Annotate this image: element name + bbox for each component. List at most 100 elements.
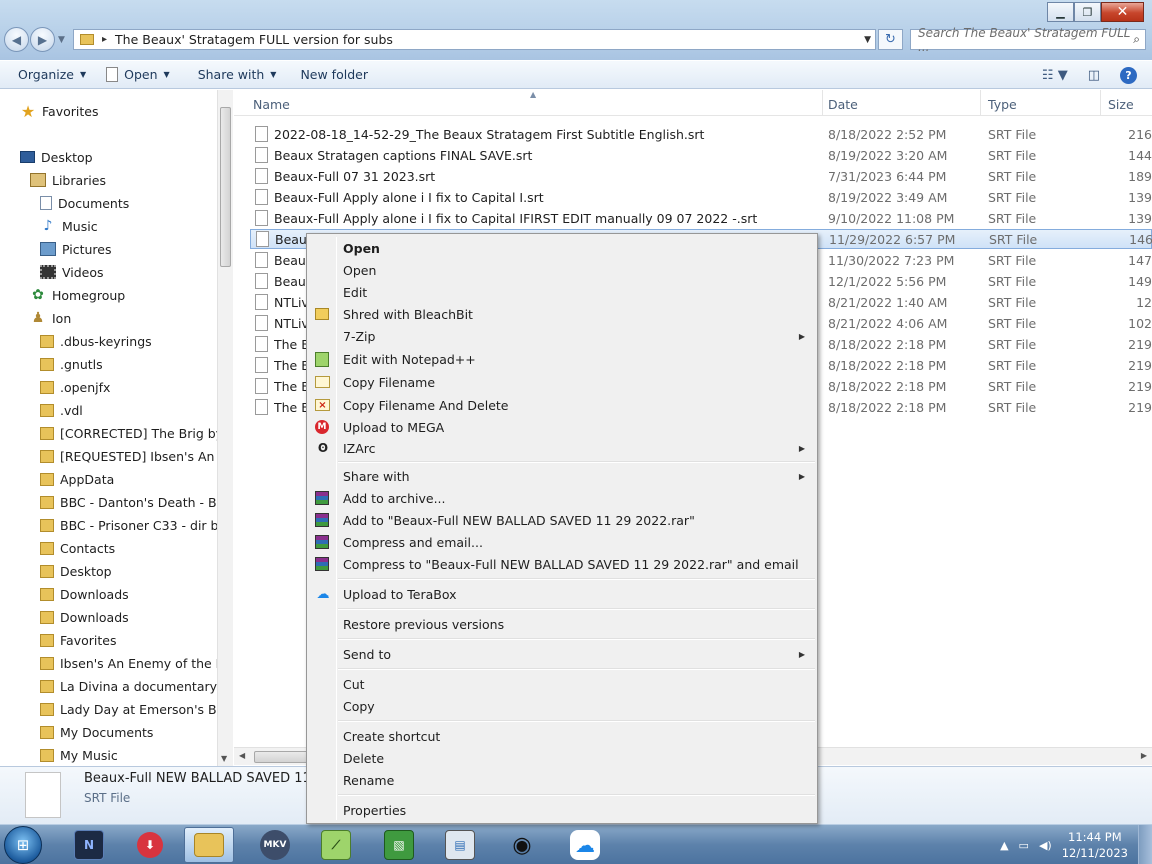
menu-item-copy[interactable]: Copy <box>309 695 815 717</box>
address-bar[interactable]: ▸ The Beaux' Stratagem FULL version for … <box>73 29 876 50</box>
forward-button[interactable]: ▶ <box>30 27 55 52</box>
nav-documents[interactable]: Documents <box>40 193 129 213</box>
nav-folder-item[interactable]: Downloads <box>40 607 129 627</box>
address-dropdown-icon[interactable]: ▼ <box>864 35 871 45</box>
organize-button[interactable]: Organize ▼ <box>18 67 86 82</box>
start-button[interactable]: ⊞ <box>4 826 42 864</box>
nav-folder-item[interactable]: .openjfx <box>40 377 110 397</box>
menu-item-compress-email[interactable]: Compress and email... <box>309 531 815 553</box>
menu-item-add-rar[interactable]: Add to "Beaux-Full NEW BALLAD SAVED 11 2… <box>309 509 815 531</box>
taskbar-app-subtitle[interactable]: ▧ <box>374 827 424 863</box>
network-icon[interactable]: ▭ <box>1019 839 1029 852</box>
nav-user[interactable]: ♟ Ion <box>30 308 72 328</box>
nav-folder-item[interactable]: .dbus-keyrings <box>40 331 152 351</box>
nav-favorites[interactable]: ★ Favorites <box>20 101 99 121</box>
taskbar-explorer[interactable] <box>184 827 234 863</box>
taskbar-app-2[interactable]: ⬇ <box>125 827 175 863</box>
menu-item-copy-filename-delete[interactable]: × Copy Filename And Delete <box>309 394 815 416</box>
nav-folder-item[interactable]: BBC - Danton's Death - BBC <box>40 492 233 512</box>
column-divider[interactable] <box>1100 90 1101 116</box>
nav-folder-item[interactable]: Lady Day at Emerson's Bar <box>40 699 229 719</box>
menu-item-properties[interactable]: Properties <box>309 799 815 821</box>
menu-item-edit[interactable]: Edit <box>309 281 815 303</box>
taskbar-app-terabox[interactable]: ☁ <box>560 827 610 863</box>
menu-item-create-shortcut[interactable]: Create shortcut <box>309 725 815 747</box>
maximize-button[interactable]: ❐ <box>1074 2 1101 22</box>
nav-folder-item[interactable]: Favorites <box>40 630 116 650</box>
tray-expand-icon[interactable]: ▲ <box>1000 839 1008 852</box>
nav-desktop[interactable]: Desktop <box>20 147 93 167</box>
nav-folder-item[interactable]: .gnutls <box>40 354 103 374</box>
nav-libraries[interactable]: Libraries <box>30 170 106 190</box>
nav-folder-item[interactable]: Ibsen's An Enemy of the Pe <box>40 653 230 673</box>
scroll-left-icon[interactable]: ◀ <box>239 751 245 760</box>
nav-folder-item[interactable]: [REQUESTED] Ibsen's An Er <box>40 446 231 466</box>
volume-icon[interactable]: ◀) <box>1039 839 1052 852</box>
file-row[interactable]: Beaux-Full 07 31 2023.srt 7/31/2023 6:44 … <box>250 166 1152 186</box>
menu-item-7zip[interactable]: 7-Zip ▶ <box>309 325 815 347</box>
address-path[interactable]: The Beaux' Stratagem FULL version for su… <box>115 32 393 47</box>
menu-item-delete[interactable]: Delete <box>309 747 815 769</box>
open-button[interactable]: Open ▼ <box>106 67 170 82</box>
taskbar-app-window[interactable]: ▤ <box>435 827 485 863</box>
column-name[interactable]: Name <box>253 97 290 112</box>
menu-item-send-to[interactable]: Send to ▶ <box>309 643 815 665</box>
nav-folder-item[interactable]: Desktop <box>40 561 112 581</box>
menu-item-terabox[interactable]: ☁ Upload to TeraBox <box>309 583 815 605</box>
taskbar-app-notepad[interactable]: ⟋ <box>311 827 361 863</box>
menu-item-restore[interactable]: Restore previous versions <box>309 613 815 635</box>
menu-item-mega[interactable]: M Upload to MEGA <box>309 416 815 438</box>
search-input[interactable]: Search The Beaux' Stratagem FULL ... ⌕ <box>910 26 1146 54</box>
nav-folder-item[interactable]: [CORRECTED] The Brig by <box>40 423 223 443</box>
taskbar-app-mkv[interactable]: MKV <box>250 827 300 863</box>
column-date[interactable]: Date <box>828 97 858 112</box>
back-button[interactable]: ◀ <box>4 27 29 52</box>
file-row[interactable]: Beaux-Full Apply alone i I fix to Capita… <box>250 208 1152 228</box>
view-options-icon[interactable]: ☷ ▼ <box>1042 68 1068 83</box>
menu-item-cut[interactable]: Cut <box>309 673 815 695</box>
column-divider[interactable] <box>980 90 981 116</box>
taskbar-app-1[interactable]: N <box>64 827 114 863</box>
nav-folder-item[interactable]: Downloads <box>40 584 129 604</box>
menu-item-rename[interactable]: Rename <box>309 769 815 791</box>
nav-music[interactable]: ♪ Music <box>40 216 98 236</box>
preview-pane-icon[interactable]: ◫ <box>1088 68 1100 83</box>
column-size[interactable]: Size <box>1108 97 1134 112</box>
recent-pages-dropdown-icon[interactable]: ▼ <box>58 35 65 45</box>
nav-folder-item[interactable]: BBC - Prisoner C33 - dir by <box>40 515 226 535</box>
new-folder-button[interactable]: New folder <box>300 67 368 82</box>
clock[interactable]: 11:44 PM 12/11/2023 <box>1062 829 1128 861</box>
nav-scroll-thumb[interactable] <box>220 107 231 267</box>
nav-folder-item[interactable]: My Music <box>40 745 118 765</box>
nav-folder-item[interactable]: AppData <box>40 469 114 489</box>
nav-homegroup[interactable]: ✿ Homegroup <box>30 285 125 305</box>
nav-pictures[interactable]: Pictures <box>40 239 112 259</box>
nav-folder-item[interactable]: Contacts <box>40 538 115 558</box>
nav-scrollbar[interactable]: ▼ <box>217 90 233 766</box>
menu-item-notepad[interactable]: Edit with Notepad++ <box>309 348 815 370</box>
nav-folder-item[interactable]: .vdl <box>40 400 83 420</box>
taskbar-app-audio[interactable]: ◉ <box>497 827 547 863</box>
minimize-button[interactable]: ▁ <box>1047 2 1074 22</box>
file-row[interactable]: 2022-08-18_14-52-29_The Beaux Stratagem … <box>250 124 1152 144</box>
share-with-button[interactable]: Share with ▼ <box>198 67 277 82</box>
scroll-right-icon[interactable]: ▶ <box>1141 751 1147 760</box>
menu-item-open-default[interactable]: Open <box>309 237 815 259</box>
close-button[interactable]: ✕ <box>1101 2 1144 22</box>
menu-item-izarc[interactable]: ʘ IZArc ▶ <box>309 437 815 459</box>
column-divider[interactable] <box>822 90 823 116</box>
file-row[interactable]: Beaux-Full Apply alone i I fix to Capita… <box>250 187 1152 207</box>
nav-folder-item[interactable]: La Divina a documentary o <box>40 676 229 696</box>
column-type[interactable]: Type <box>988 97 1017 112</box>
menu-item-open[interactable]: Open <box>309 259 815 281</box>
refresh-button[interactable]: ↻ <box>878 29 903 50</box>
menu-item-share-with[interactable]: Share with ▶ <box>309 465 815 487</box>
nav-folder-item[interactable]: My Documents <box>40 722 153 742</box>
show-desktop-button[interactable] <box>1138 825 1152 864</box>
breadcrumb-separator-icon[interactable]: ▸ <box>102 34 107 45</box>
menu-item-compress-rar-email[interactable]: Compress to "Beaux-Full NEW BALLAD SAVED… <box>309 553 815 575</box>
search-icon[interactable]: ⌕ <box>1133 32 1140 47</box>
scroll-down-icon[interactable]: ▼ <box>221 754 227 763</box>
menu-item-shred[interactable]: Shred with BleachBit <box>309 303 815 325</box>
menu-item-copy-filename[interactable]: Copy Filename <box>309 371 815 393</box>
